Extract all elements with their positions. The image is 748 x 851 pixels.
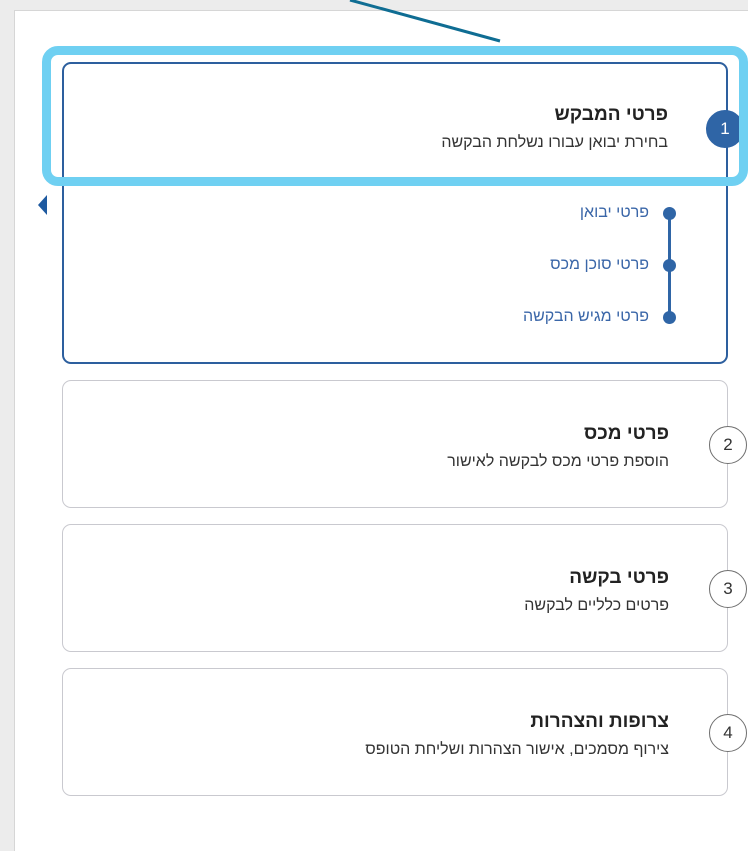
step-number-badge: 3	[709, 570, 747, 608]
collapse-caret-icon[interactable]	[38, 195, 47, 215]
substep-label: פרטי מגיש הבקשה	[522, 308, 649, 325]
step-subtitle: צירוף מסמכים, אישור הצהרות ושליחת הטופס	[365, 741, 669, 758]
substep-label: פרטי סוכן מכס	[550, 256, 649, 273]
substep-list: פרטי יבואן פרטי סוכן מכס פרטי מגיש הבקשה	[376, 198, 676, 328]
step-title: פרטי בקשה	[569, 567, 669, 588]
substep-customs-agent[interactable]: פרטי סוכן מכס	[550, 254, 676, 276]
step-title: פרטי המבקש	[554, 104, 668, 125]
substep-importer[interactable]: פרטי יבואן	[580, 202, 676, 224]
step-subtitle: בחירת יבואן עבורו נשלחת הבקשה	[441, 134, 668, 151]
step-subtitle: הוספת פרטי מכס לבקשה לאישור	[447, 453, 669, 470]
substep-dot-icon	[663, 258, 676, 272]
step-subtitle: פרטים כלליים לבקשה	[524, 597, 669, 614]
step-title: צרופות והצהרות	[530, 711, 669, 732]
step-title: פרטי מכס	[584, 423, 669, 444]
substep-dot-icon	[663, 310, 676, 324]
substep-label: פרטי יבואן	[579, 204, 649, 221]
step-number-badge: 1	[706, 110, 744, 148]
substep-dot-icon	[663, 206, 676, 220]
step-card-2[interactable]: 2 פרטי מכס הוספת פרטי מכס לבקשה לאישור	[62, 380, 747, 508]
step-number-badge: 2	[709, 426, 747, 464]
substep-submitter[interactable]: פרטי מגיש הבקשה	[523, 306, 676, 328]
step-card-3[interactable]: 3 פרטי בקשה פרטים כלליים לבקשה	[62, 524, 747, 652]
step-card-4[interactable]: 4 צרופות והצהרות צירוף מסמכים, אישור הצה…	[62, 668, 747, 796]
step-number-badge: 4	[709, 714, 747, 752]
step-card-1[interactable]: 1 פרטי המבקש בחירת יבואן עבורו נשלחת הבק…	[62, 62, 744, 364]
